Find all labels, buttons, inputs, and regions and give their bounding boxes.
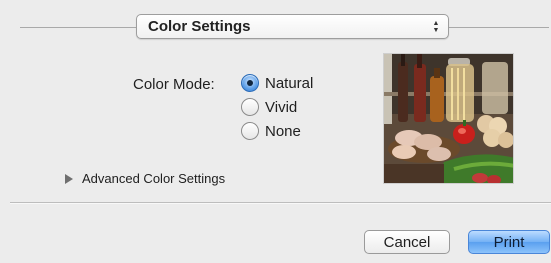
radio-label-natural: Natural <box>265 74 314 92</box>
up-down-arrows-icon: ▲ ▼ <box>432 20 440 34</box>
color-preview-image <box>383 53 514 184</box>
radio-button-none[interactable] <box>241 122 259 140</box>
radio-selected-dot-icon <box>247 80 253 86</box>
radio-natural[interactable]: Natural <box>241 74 313 92</box>
radio-label-none: None <box>265 122 301 140</box>
color-settings-popup[interactable]: Color Settings ▲ ▼ <box>136 14 449 39</box>
radio-none[interactable]: None <box>241 122 301 140</box>
header-divider-right <box>449 27 549 28</box>
radio-vivid[interactable]: Vivid <box>241 98 297 116</box>
cancel-button[interactable]: Cancel <box>364 230 450 254</box>
advanced-color-settings-disclosure[interactable]: Advanced Color Settings <box>65 171 225 186</box>
color-mode-label: Color Mode: <box>133 76 215 93</box>
radio-button-vivid[interactable] <box>241 98 259 116</box>
popup-selected-label: Color Settings <box>148 18 251 35</box>
print-button[interactable]: Print <box>468 230 550 254</box>
header-divider-left <box>20 27 136 28</box>
advanced-color-settings-label: Advanced Color Settings <box>82 171 226 186</box>
footer-divider-highlight <box>10 203 551 204</box>
disclosure-triangle-icon[interactable] <box>65 173 73 184</box>
still-life-photo-icon <box>384 54 513 183</box>
radio-button-natural[interactable] <box>241 74 259 92</box>
radio-label-vivid: Vivid <box>265 98 298 116</box>
